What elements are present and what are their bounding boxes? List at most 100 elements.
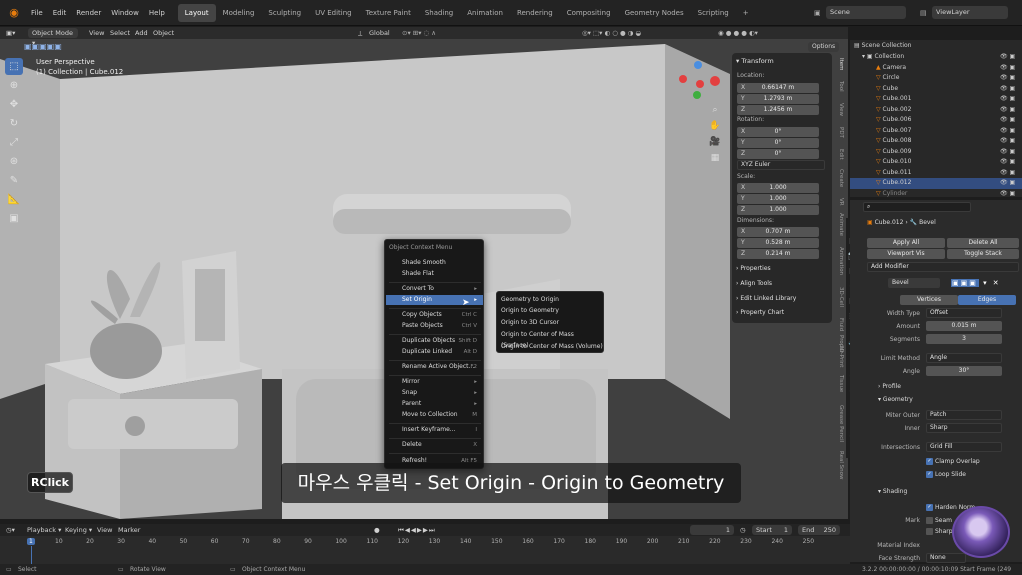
menu-item-shade-flat[interactable]: Shade Flat xyxy=(386,269,483,279)
menu-item-insert-keyframe[interactable]: Insert Keyframe... I xyxy=(386,425,483,435)
menu-item-rename-active-object[interactable]: Rename Active Object... F2 xyxy=(386,362,483,372)
ntab-vr[interactable]: VR xyxy=(833,198,844,206)
menu-file[interactable]: File xyxy=(26,4,48,22)
panel-edit-linked-library[interactable]: › Edit Linked Library xyxy=(736,295,796,302)
viewport-vis-button[interactable]: Viewport Vis xyxy=(867,249,945,259)
outliner-row-cylinder[interactable]: ▽ Cylinder xyxy=(850,189,1022,200)
timeline[interactable]: 1 10 20 30 40 50 60 70 80 90 100 110 120 130 140 150 16… xyxy=(0,536,850,564)
panel-property-chart[interactable]: › Property Chart xyxy=(736,309,784,316)
intersections-dropdown[interactable]: Grid Fill xyxy=(926,442,1002,452)
width-type-dropdown[interactable]: Offset xyxy=(926,308,1002,318)
tab-layout[interactable]: Layout xyxy=(177,4,216,22)
menu-item-duplicate-linked[interactable]: Duplicate Linked Alt D xyxy=(386,347,483,357)
menu-item-parent[interactable]: Parent ▸ xyxy=(386,399,483,409)
menu-help[interactable]: Help xyxy=(144,4,170,22)
tab-edges[interactable]: Edges xyxy=(958,295,1016,305)
ntab-3d-print[interactable]: 3D-Print xyxy=(833,345,844,367)
submenu-item-origin-to-3d-cursor[interactable]: Origin to 3D Cursor xyxy=(497,317,603,328)
add-modifier-button[interactable]: Add Modifier xyxy=(867,262,1019,272)
menu-edit[interactable]: Edit xyxy=(48,4,72,22)
outliner-row-cube-006[interactable]: ▽ Cube.006 xyxy=(850,115,1022,126)
properties-search[interactable]: ⌕ xyxy=(863,202,971,212)
measure-icon[interactable]: 📐 xyxy=(5,191,23,208)
menu-keying[interactable]: Keying ▾ xyxy=(65,525,92,535)
modifier-name-field[interactable]: Bevel xyxy=(888,278,940,288)
outliner-row-collection[interactable]: ▾ ▣ Collection xyxy=(850,52,1022,63)
menu-playback[interactable]: Playback ▾ xyxy=(27,525,61,535)
outliner-row-cube-010[interactable]: ▽ Cube.010 xyxy=(850,157,1022,168)
rotation-y-field[interactable]: Y 0° xyxy=(737,138,819,148)
scale-icon[interactable]: ⤢ xyxy=(5,134,23,151)
grid-view-icon[interactable]: ▦ xyxy=(708,150,722,166)
pivot-icon[interactable]: ⊙▾ ⊞▾ ◌ ∧ xyxy=(402,28,436,38)
dimensions-x-field[interactable]: X 0.707 m xyxy=(737,227,819,237)
location-z-field[interactable]: Z 1.2456 m xyxy=(737,105,819,115)
menu-marker[interactable]: Marker xyxy=(118,525,140,535)
outliner-row-cube-007[interactable]: ▽ Cube.007 xyxy=(850,126,1022,137)
viewlayer-selector[interactable]: ViewLayer xyxy=(932,6,1008,19)
menu-render[interactable]: Render xyxy=(71,4,106,22)
add-workspace-button[interactable]: + xyxy=(736,4,756,22)
orientation-selector[interactable]: Global xyxy=(369,28,390,38)
tab-rendering[interactable]: Rendering xyxy=(510,4,560,22)
ntab-view[interactable]: View xyxy=(833,103,844,116)
shading-panel[interactable]: ▾ Shading xyxy=(878,488,907,495)
ntab-tool[interactable]: Tool xyxy=(833,81,844,92)
menu-item-move-to-collection[interactable]: Move to Collection M xyxy=(386,410,483,420)
viewport-shading-icons[interactable]: ◉ ● ● ● ◐▾ xyxy=(718,28,758,38)
panel-align-tools[interactable]: › Align Tools xyxy=(736,280,772,287)
tab-geometry-nodes[interactable]: Geometry Nodes xyxy=(618,4,691,22)
ntab-real-snow[interactable]: Real Snow xyxy=(833,451,844,479)
cursor-icon[interactable]: ⊕ xyxy=(5,77,23,94)
seam-checkbox[interactable] xyxy=(926,517,933,524)
current-frame-marker[interactable]: 1 xyxy=(27,538,35,545)
scale-x-field[interactable]: X 1.000 xyxy=(737,183,819,193)
dimensions-y-field[interactable]: Y 0.528 m xyxy=(737,238,819,248)
location-y-field[interactable]: Y 1.2793 m xyxy=(737,94,819,104)
rotation-mode-dropdown[interactable]: XYZ Euler xyxy=(737,160,825,170)
ntab-3d-cell[interactable]: 3D-Cell xyxy=(833,287,844,307)
scale-y-field[interactable]: Y 1.000 xyxy=(737,194,819,204)
location-x-field[interactable]: X 0.66147 m xyxy=(737,83,819,93)
delete-all-button[interactable]: Delete All xyxy=(947,238,1019,248)
outliner-row-cube-001[interactable]: ▽ Cube.001 xyxy=(850,94,1022,105)
outliner-row-camera[interactable]: ▲ Camera xyxy=(850,63,1022,74)
current-frame-field[interactable]: 1 xyxy=(690,525,734,535)
end-frame-field[interactable]: End 250 xyxy=(798,525,840,535)
move-icon[interactable]: ✥ xyxy=(5,96,23,113)
tab-shading[interactable]: Shading xyxy=(418,4,460,22)
outliner-row-cube-011[interactable]: ▽ Cube.011 xyxy=(850,168,1022,179)
camera-view-icon[interactable]: 🎥 xyxy=(708,134,722,150)
menu-object[interactable]: Object xyxy=(153,28,174,38)
scale-z-field[interactable]: Z 1.000 xyxy=(737,205,819,215)
playback-controls[interactable]: ⏮◀◀▶▶⏭ xyxy=(398,525,436,535)
geometry-panel[interactable]: ▾ Geometry xyxy=(878,396,913,403)
annotate-icon[interactable]: ✎ xyxy=(5,172,23,189)
inner-dropdown[interactable]: Sharp xyxy=(926,423,1002,433)
scene-selector[interactable]: Scene xyxy=(826,6,906,19)
mode-selector[interactable]: Object Mode ▾ xyxy=(28,28,78,47)
zoom-icon[interactable]: ⌕ xyxy=(708,102,722,118)
rotate-icon[interactable]: ↻ xyxy=(5,115,23,132)
menu-item-copy-objects[interactable]: Copy Objects Ctrl C xyxy=(386,310,483,320)
select-box-icon[interactable]: ⬚ xyxy=(5,58,23,75)
miter-outer-dropdown[interactable]: Patch xyxy=(926,410,1002,420)
ntab-edit[interactable]: Edit xyxy=(833,149,844,160)
tab-uv-editing[interactable]: UV Editing xyxy=(308,4,359,22)
submenu-item-origin-to-center-of-mass-surface[interactable]: Origin to Center of Mass (Surface) xyxy=(497,329,603,349)
submenu-item-geometry-to-origin[interactable]: Geometry to Origin xyxy=(497,294,603,305)
rotation-z-field[interactable]: Z 0° xyxy=(737,149,819,159)
pan-hand-icon[interactable]: ✋ xyxy=(708,118,722,134)
tab-compositing[interactable]: Compositing xyxy=(560,4,618,22)
outliner-row-cube-002[interactable]: ▽ Cube.002 xyxy=(850,105,1022,116)
ntab-grease-pencil[interactable]: Grease Pencil xyxy=(833,405,844,442)
transform-panel-title[interactable]: ▾ Transform xyxy=(736,57,774,65)
ntab-pdt[interactable]: PDT xyxy=(833,127,844,138)
menu-item-delete[interactable]: Delete X xyxy=(386,440,483,450)
outliner-row-cube-009[interactable]: ▽ Cube.009 xyxy=(850,147,1022,158)
start-frame-field[interactable]: Start 1 xyxy=(752,525,792,535)
outliner-row-cube-012[interactable]: ▽ Cube.012 xyxy=(850,178,1022,189)
limit-method-dropdown[interactable]: Angle xyxy=(926,353,1002,363)
dimensions-z-field[interactable]: Z 0.214 m xyxy=(737,249,819,259)
blender-logo-icon[interactable]: ◉ xyxy=(6,5,22,21)
